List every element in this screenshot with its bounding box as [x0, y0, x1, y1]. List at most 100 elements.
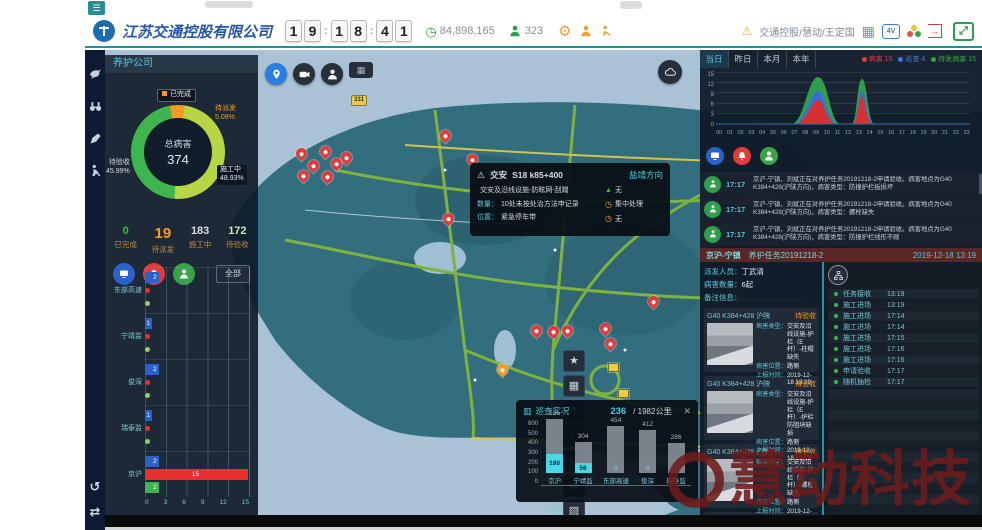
damage-card[interactable]: G40 K384+428 沪陕待验收病害类型：交安及沿线设施-护栏（E杆）-柱帽…	[704, 308, 819, 372]
bar-blue: 2	[145, 272, 159, 283]
survey-pen-icon[interactable]	[88, 131, 103, 146]
hourly-area-chart: 15129630 0001020304050607080910111213141…	[700, 70, 982, 140]
vehicle-marker[interactable]	[618, 389, 629, 398]
damage-photo[interactable]	[707, 323, 753, 365]
worker-icon[interactable]	[88, 163, 103, 178]
alert-item[interactable]: 17:17京沪-宁镇，刘斌正在对养护任务20191218-2申请验收。病害地点为…	[700, 222, 982, 246]
chart-xaxis: 03691215	[145, 499, 249, 506]
task-header: 京沪-宁镇 养护任务20191218-2 2019-12-18 13:19	[700, 248, 982, 262]
menu-icon[interactable]: ☰	[88, 1, 105, 15]
gear-icon[interactable]: ⚙	[558, 22, 571, 40]
alert-text: 京沪-宁镇，刘斌正在对养护任务20191218-2申请验收。病害地点为G40 K…	[753, 201, 978, 217]
damage-photo[interactable]	[707, 459, 753, 501]
damage-pin[interactable]	[441, 211, 457, 227]
donut-total: 374	[167, 152, 189, 167]
tab-昨日[interactable]: 昨日	[729, 50, 758, 68]
online-count: 323	[525, 25, 543, 37]
operator-desk-icon[interactable]	[600, 24, 614, 38]
tooltip-text: 交安及沿线设施-防眩网-刮蹭	[480, 187, 569, 195]
timeline-row: 任务接收13:19	[828, 289, 979, 299]
maintenance-company-panel: 养护公司 总病害 374 已完成 待派发 5.08% 施工中 48.93% 待验…	[105, 55, 258, 515]
undo-icon[interactable]: ↺	[90, 480, 101, 493]
damage-pin[interactable]	[560, 323, 576, 339]
person-button[interactable]	[321, 63, 343, 85]
company-bar-group: 瑞泰监1	[109, 405, 254, 451]
damage-pin[interactable]	[598, 321, 614, 337]
patrol-yaxis: 6005004003002001000	[523, 421, 541, 485]
color-dots-icon[interactable]	[907, 25, 921, 38]
user-path[interactable]: 交通控股/慧动/王定国	[759, 24, 855, 39]
tooltip-right-text: 无	[615, 187, 622, 195]
company-bar-group: 宁靖监1	[109, 313, 254, 359]
switch-icon[interactable]: ⇄	[90, 505, 101, 518]
app-header: 江苏交通控股有限公司 19:18:41 ◷ 84,898,165 323 ⚙ ⚠…	[85, 16, 982, 48]
locate-button[interactable]	[265, 63, 287, 85]
alert-time: 17:17	[726, 205, 748, 214]
damage-pin[interactable]	[438, 128, 454, 144]
bar-blue: 1	[145, 410, 152, 421]
favorites-icon[interactable]: ★	[563, 350, 585, 372]
chart-icon[interactable]: ▦	[563, 375, 585, 397]
user-icon[interactable]	[579, 24, 593, 38]
damage-card[interactable]: G40 K384+428 沪陕待验收病害类型：交安及沿线设施-护栏（E杆）-螺栓…	[704, 444, 819, 508]
damage-photo[interactable]	[707, 391, 753, 433]
status-stat: 19待派发	[144, 225, 181, 255]
task-detail-left: 派发人员：丁武清 病害数量：6起 备注信息： G40 K384+428 沪陕待验…	[700, 262, 822, 530]
alert-filter-row	[700, 140, 982, 168]
damage-pin[interactable]	[646, 294, 662, 310]
fullscreen-icon[interactable]: ⤢	[953, 22, 974, 41]
damage-pin[interactable]	[546, 324, 562, 340]
zero-dot-green	[145, 301, 150, 306]
tooltip-right-text: 集中处理	[615, 201, 643, 209]
callout-doing: 施工中 48.93%	[217, 165, 247, 185]
damage-pin[interactable]	[529, 323, 545, 339]
damage-pin[interactable]	[320, 169, 336, 185]
vehicle-marker[interactable]	[608, 363, 619, 372]
damage-card[interactable]: G40 K384+428 沪陕待验收病害类型：交安及沿线设施-护栏（E杆）-护栏…	[704, 376, 819, 440]
monitor-filter-button[interactable]	[706, 147, 724, 165]
taskbar[interactable]	[105, 515, 982, 527]
patrol-bar-chart: 6005004003002001000 526180京沪30456宁靖监4540…	[523, 421, 691, 486]
zero-dot-red	[145, 334, 150, 339]
tab-本月[interactable]: 本月	[758, 50, 787, 68]
area-series	[716, 72, 970, 128]
binoculars-icon[interactable]	[88, 99, 103, 114]
clock-icon: ◷	[425, 25, 436, 38]
tab-当日[interactable]: 当日	[700, 50, 729, 68]
clock-digit: 1	[395, 20, 412, 42]
browser-strip: ☰	[0, 0, 982, 16]
alerts-list: 17:17 京沪-宁镇，刘斌正在对养护任务20191218-2申请验收。病害地点为…	[700, 172, 982, 246]
damage-pin[interactable]	[294, 146, 310, 162]
alert-item[interactable]: 17:17京沪-宁镇，刘斌正在对养护任务20191218-2申请验收。病害地点为…	[700, 172, 982, 196]
warning-icon: ⚠	[741, 24, 752, 38]
zero-dot-red	[145, 380, 150, 385]
damage-pin[interactable]	[603, 336, 619, 352]
dashboard-screen: ☰ 江苏交通控股有限公司 19:18:41 ◷ 84,898,165 323 ⚙…	[0, 0, 982, 530]
camera-button[interactable]	[293, 63, 315, 85]
logout-icon[interactable]: →	[928, 24, 942, 38]
damage-pin[interactable]	[318, 144, 334, 160]
monitor-panel: 当日昨日本月本年 病害 15巡查 4待发病害 15 15129630 00010…	[700, 50, 982, 515]
chart-hour-ticks: 0001020304050607080910111213141516171819…	[716, 130, 970, 136]
4v-badge-icon[interactable]: 4V	[882, 24, 900, 39]
callout-done: 已完成	[157, 89, 196, 102]
weather-cloud-button[interactable]	[658, 60, 682, 84]
tooltip-right-text: 无	[615, 216, 622, 224]
image-layer-icon[interactable]: ▨	[563, 500, 585, 515]
chart-yaxis: 15129630	[702, 72, 714, 128]
alarm-filter-button[interactable]	[733, 147, 751, 165]
damage-pin[interactable]	[306, 158, 322, 174]
bird-icon[interactable]	[88, 67, 103, 82]
apps-grid-icon[interactable]: ▦	[862, 23, 875, 40]
timeline-row: 施工进场17:16	[828, 355, 979, 365]
patrol-bar: 4540东部高速	[603, 411, 629, 485]
damage-pin[interactable]	[495, 362, 511, 378]
thumbnail-toggle[interactable]: ▦	[349, 62, 373, 78]
sitemap-icon	[828, 265, 848, 285]
damage-pin[interactable]	[296, 168, 312, 184]
worker-filter-button[interactable]	[760, 147, 778, 165]
tab-本年[interactable]: 本年	[787, 50, 816, 68]
legend-item: 巡查 4	[898, 54, 925, 64]
alert-item[interactable]: 17:17 京沪-宁镇，刘斌正在对养护任务20191218-2申请验收。病害地点为…	[700, 197, 982, 221]
triangle-icon: ▲	[605, 187, 612, 195]
